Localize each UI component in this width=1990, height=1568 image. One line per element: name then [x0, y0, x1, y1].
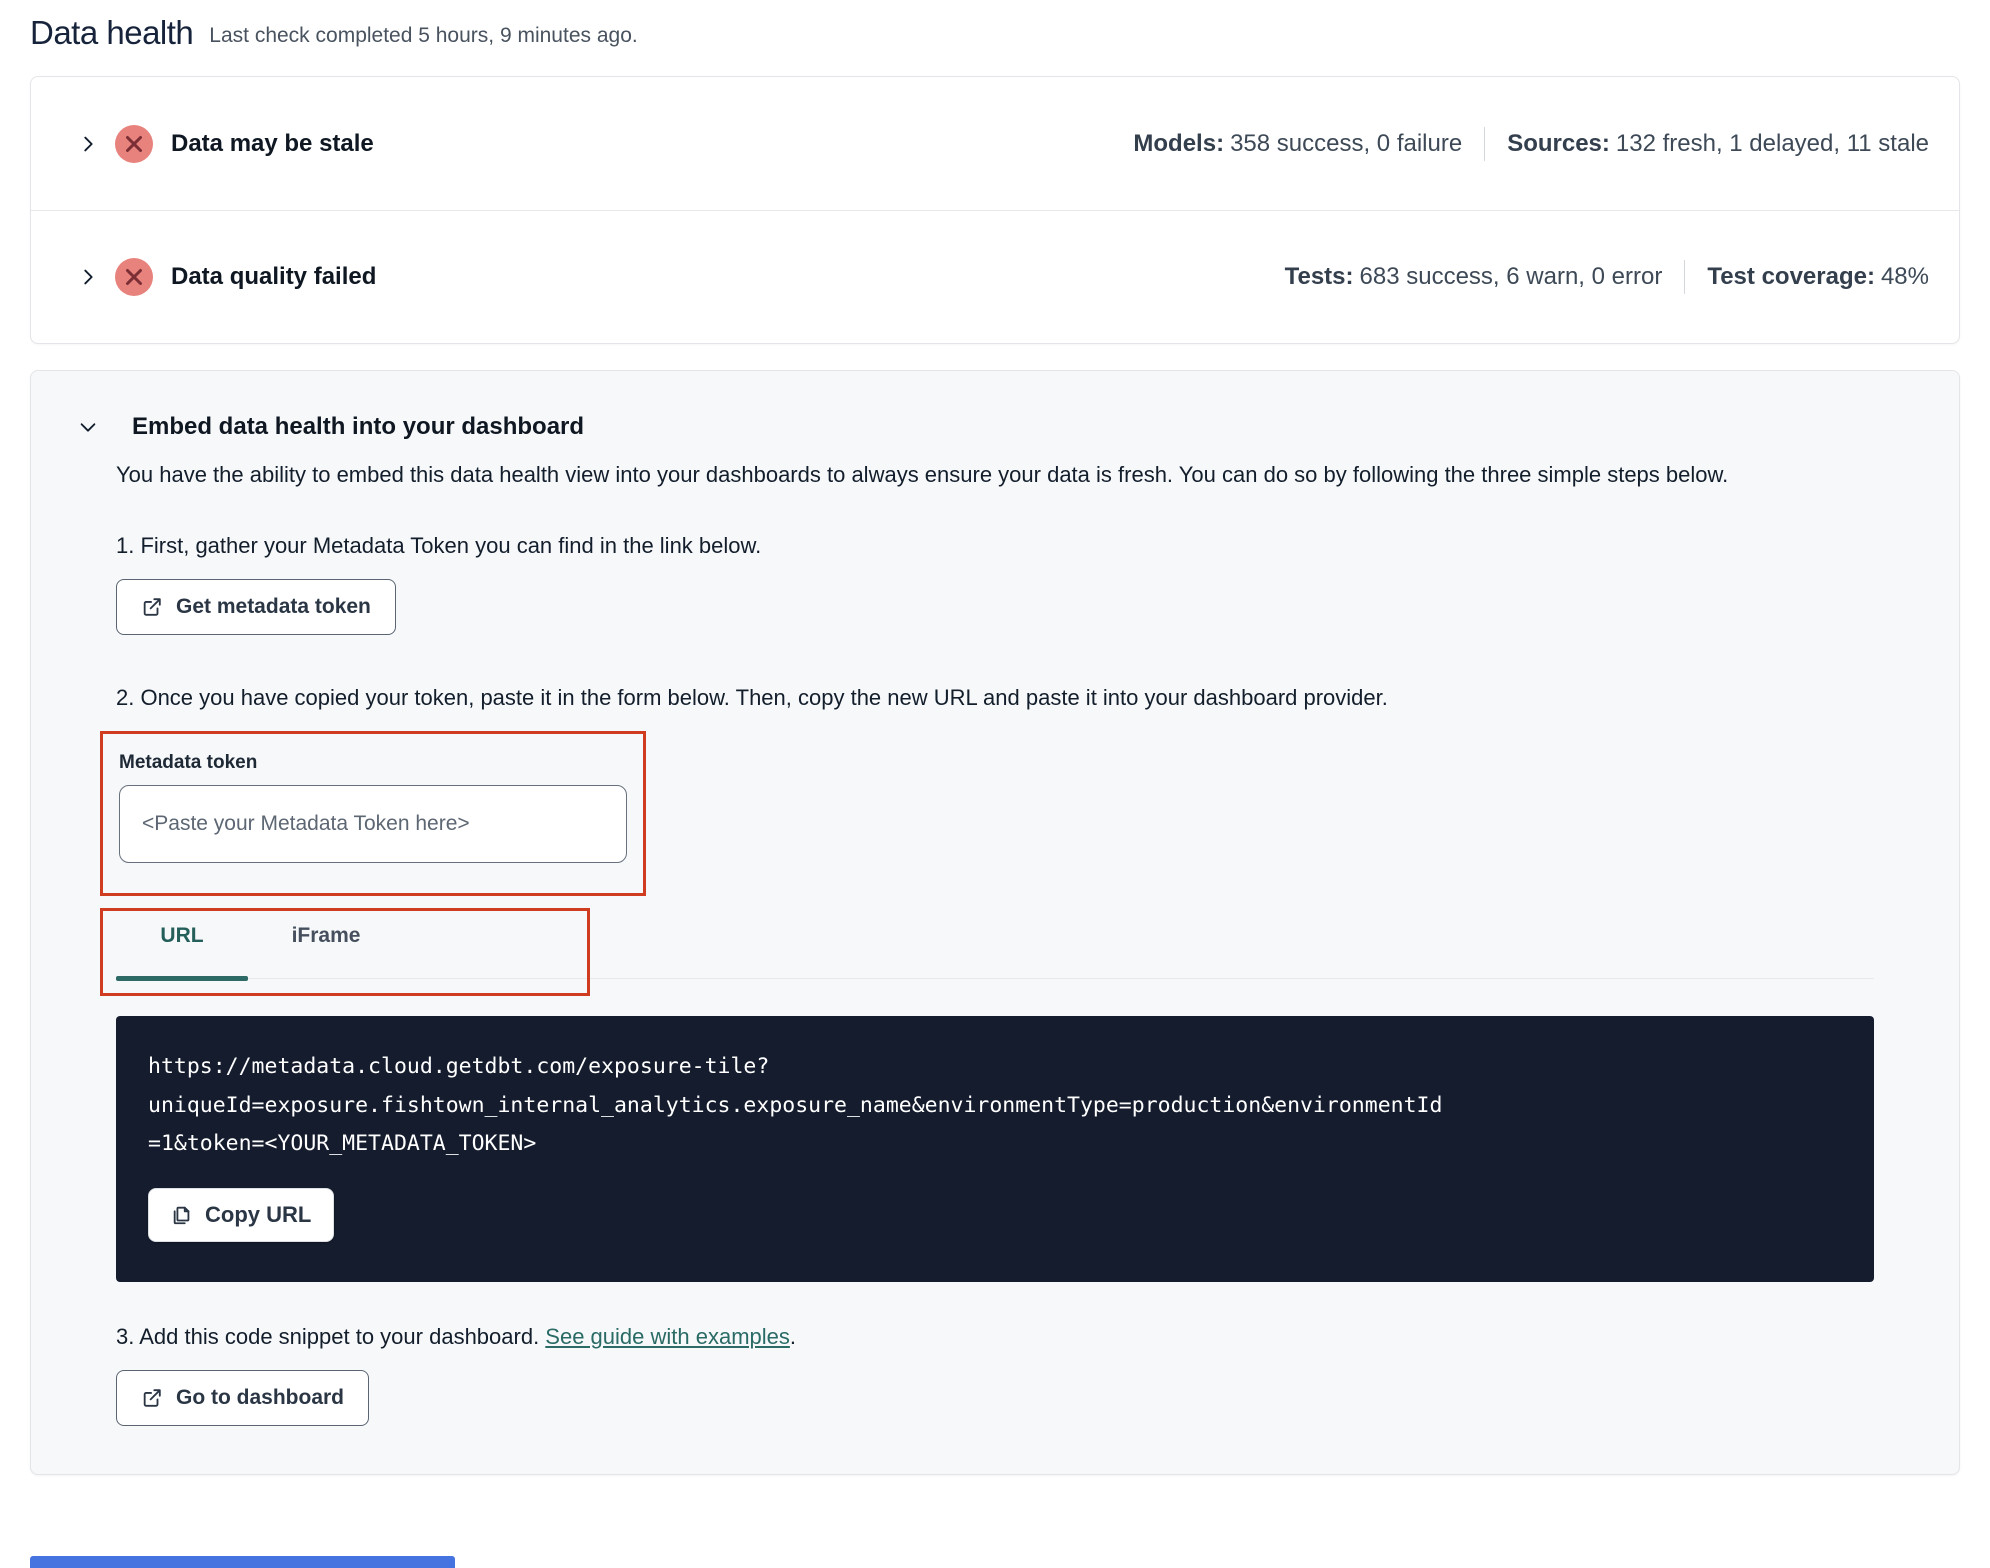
- step-1-text: 1. First, gather your Metadata Token you…: [116, 532, 762, 558]
- tab-iframe-label: iFrame: [291, 923, 361, 947]
- go-to-dashboard-button[interactable]: Go to dashboard: [116, 1369, 369, 1426]
- status-row-data-stale[interactable]: Data may be stale Models: 358 success, 0 …: [31, 77, 1959, 210]
- external-link-icon: [141, 596, 163, 618]
- embed-section-title: Embed data health into your dashboard: [132, 413, 585, 440]
- copy-url-button[interactable]: Copy URL: [148, 1187, 335, 1242]
- metadata-token-label: Metadata token: [119, 751, 258, 773]
- embed-url-code-block: https://metadata.cloud.getdbt.com/exposu…: [116, 1015, 1874, 1282]
- tab-url[interactable]: URL: [116, 924, 248, 948]
- status-row-title: Data quality failed: [171, 263, 377, 290]
- embed-format-tabs: URL iFrame: [100, 907, 1874, 996]
- embed-url-text: https://metadata.cloud.getdbt.com/exposu…: [148, 1053, 1443, 1157]
- chevron-right-icon[interactable]: [77, 133, 99, 155]
- status-row-data-quality[interactable]: Data quality failed Tests: 683 success, 6…: [31, 210, 1959, 343]
- step-3-text: 3. Add this code snippet to your dashboa…: [116, 1324, 1874, 1350]
- see-guide-link[interactable]: See guide with examples: [545, 1324, 790, 1349]
- data-health-page: Data health Last check completed 5 hours…: [0, 0, 1990, 1475]
- step-3-suffix: .: [789, 1323, 797, 1349]
- stat-divider: [1684, 260, 1686, 294]
- tabs-highlight-box: [100, 907, 590, 996]
- status-row-stats: Tests: 683 success, 6 warn, 0 error Test …: [1285, 260, 1929, 294]
- token-highlight-box: Metadata token: [100, 730, 646, 896]
- chevron-down-icon[interactable]: [77, 416, 99, 438]
- step-2-text: 2. Once you have copied your token, past…: [116, 684, 1388, 710]
- copy-url-label: Copy URL: [205, 1201, 312, 1227]
- tests-stat: Tests: 683 success, 6 warn, 0 error: [1284, 263, 1663, 290]
- embed-section: Embed data health into your dashboard Yo…: [30, 370, 1960, 1475]
- get-metadata-token-label: Get metadata token: [176, 594, 371, 618]
- stat-divider: [1484, 126, 1486, 161]
- get-metadata-token-button[interactable]: Get metadata token: [116, 578, 396, 635]
- embed-description: You have the ability to embed this data …: [116, 462, 1729, 487]
- bottom-partial-blue-bar: [30, 1556, 455, 1568]
- page-title: Data health: [30, 14, 194, 51]
- copy-icon: [171, 1204, 193, 1226]
- x-circle-icon: [115, 124, 153, 163]
- models-stat: Models: 358 success, 0 failure: [1133, 129, 1463, 157]
- active-tab-underline: [116, 975, 248, 981]
- step-3-prefix: 3. Add this code snippet to your dashboa…: [116, 1323, 546, 1349]
- status-row-stats: Models: 358 success, 0 failure Sources: 13…: [1133, 126, 1929, 161]
- tab-url-label: URL: [160, 923, 204, 947]
- test-coverage-stat: Test coverage: 48%: [1707, 263, 1929, 290]
- status-card: Data may be stale Models: 358 success, 0 …: [30, 76, 1960, 344]
- status-row-title: Data may be stale: [171, 129, 374, 157]
- embed-section-body: You have the ability to embed this data …: [100, 459, 1874, 1426]
- chevron-right-icon[interactable]: [77, 266, 99, 288]
- page-header: Data health Last check completed 5 hours…: [30, 14, 1960, 52]
- go-to-dashboard-label: Go to dashboard: [176, 1385, 344, 1409]
- embed-section-header[interactable]: Embed data health into your dashboard: [31, 413, 1959, 441]
- tab-iframe[interactable]: iFrame: [260, 924, 392, 948]
- x-circle-icon: [115, 258, 153, 296]
- metadata-token-input[interactable]: [119, 784, 627, 863]
- last-check-status: Last check completed 5 hours, 9 minutes …: [209, 24, 638, 47]
- sources-stat: Sources: 132 fresh, 1 delayed, 11 stale: [1507, 129, 1929, 157]
- external-link-icon: [141, 1387, 163, 1409]
